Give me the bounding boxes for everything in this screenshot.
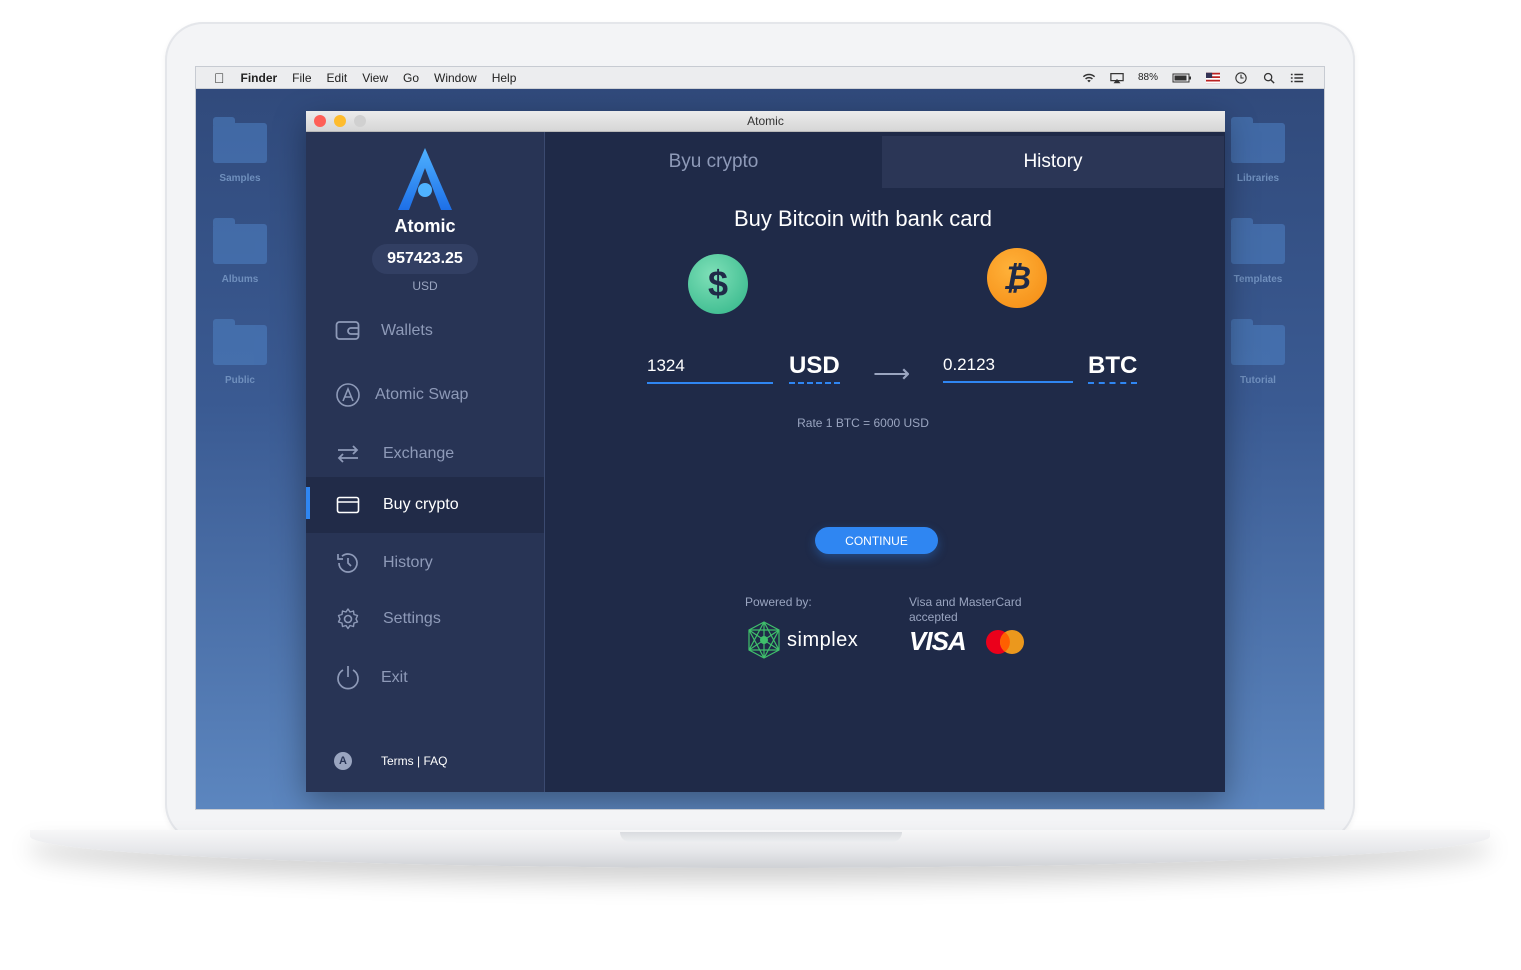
- app-window: Atomic Atomic 957423.25 USD Wallets Atom…: [306, 111, 1225, 792]
- balance-currency: USD: [412, 279, 438, 293]
- bitcoin-coin-icon: ₿: [987, 248, 1047, 308]
- folder-icon: [1231, 218, 1285, 264]
- sidebar-item-label: Exit: [381, 669, 408, 686]
- sidebar-item-wallets[interactable]: Wallets: [306, 303, 544, 359]
- atomic-swap-icon: [335, 382, 361, 408]
- wallet-icon: [335, 318, 361, 344]
- airplay-icon[interactable]: [1110, 72, 1124, 84]
- tab-history[interactable]: History: [882, 136, 1224, 188]
- sidebar-item-exchange[interactable]: Exchange: [306, 426, 544, 482]
- wifi-icon[interactable]: [1082, 72, 1096, 84]
- desktop-folder[interactable]: Libraries: [1230, 117, 1286, 184]
- page-title: Buy Bitcoin with bank card: [733, 206, 993, 231]
- usd-coin-icon: $: [688, 254, 748, 314]
- sidebar-item-label: Atomic Swap: [375, 386, 469, 403]
- folder-icon: [213, 218, 267, 264]
- from-currency-select[interactable]: USD: [789, 352, 840, 384]
- desktop:  Finder File Edit View Go Window Help 8…: [195, 66, 1325, 810]
- sidebar-item-buy-crypto[interactable]: Buy crypto: [306, 477, 544, 533]
- simplex-wordmark: simplex: [787, 628, 859, 651]
- simplex-logo: simplex: [745, 620, 858, 660]
- card-icon: [335, 492, 361, 518]
- simplex-network-icon: [748, 621, 780, 659]
- sidebar-item-label: Wallets: [381, 322, 433, 339]
- menu-window[interactable]: Window: [434, 71, 477, 85]
- cards-accepted-label: Visa and MasterCard accepted: [909, 595, 1022, 624]
- power-icon: [335, 665, 361, 691]
- exchange-icon: [335, 441, 361, 467]
- window-titlebar[interactable]: Atomic: [306, 111, 1225, 132]
- folder-icon: [1231, 117, 1285, 163]
- sidebar-item-atomic-swap[interactable]: Atomic Swap: [306, 367, 544, 423]
- history-icon: [335, 550, 361, 576]
- terms-faq-link[interactable]: A Terms | FAQ: [334, 752, 447, 770]
- arrow-right-icon: ⟶: [873, 358, 911, 388]
- desktop-folder[interactable]: Templates: [1230, 218, 1286, 285]
- sidebar-item-label: History: [383, 554, 433, 571]
- sidebar-item-label: Exchange: [383, 445, 455, 462]
- menu-file[interactable]: File: [292, 71, 311, 85]
- sidebar-item-label: Buy crypto: [383, 496, 459, 513]
- powered-by-label: Powered by:: [745, 595, 812, 609]
- folder-icon: [1231, 319, 1285, 365]
- tab-bar: Byu crypto History: [545, 136, 1225, 188]
- zoom-window-button[interactable]: [354, 115, 366, 127]
- desktop-folder[interactable]: Tutorial: [1230, 319, 1286, 386]
- folder-icon: [213, 117, 267, 163]
- visa-logo: VISA: [909, 626, 967, 656]
- apple-icon[interactable]: : [214, 70, 225, 86]
- usd-amount-input[interactable]: 1324: [647, 356, 773, 384]
- menu-edit[interactable]: Edit: [327, 71, 348, 85]
- sidebar-item-history[interactable]: History: [306, 535, 544, 591]
- to-currency-select[interactable]: BTC: [1088, 352, 1138, 384]
- btc-amount-input[interactable]: 0.2123: [943, 355, 1073, 383]
- atomic-logo-icon: [398, 148, 452, 210]
- balance-value: 957423.25: [372, 244, 478, 274]
- main-panel: Byu crypto History Buy Bitcoin with bank…: [545, 132, 1225, 792]
- gear-icon: [335, 606, 361, 632]
- folder-icon: [213, 319, 267, 365]
- desktop-folder[interactable]: Albums: [212, 218, 268, 285]
- sidebar-item-label: Settings: [383, 610, 441, 627]
- notification-list-icon[interactable]: [1290, 72, 1304, 84]
- battery-percent: 88%: [1137, 72, 1158, 83]
- sidebar-item-settings[interactable]: Settings: [306, 591, 544, 647]
- mastercard-icon: [986, 630, 1024, 654]
- battery-icon[interactable]: [1172, 72, 1192, 84]
- mac-menubar:  Finder File Edit View Go Window Help 8…: [196, 67, 1324, 89]
- terms-faq-label: Terms | FAQ: [381, 754, 448, 768]
- flag-icon[interactable]: [1206, 72, 1220, 84]
- atomic-badge-icon: A: [334, 752, 352, 770]
- sidebar-item-exit[interactable]: Exit: [306, 650, 544, 706]
- window-title: Atomic: [747, 114, 784, 128]
- menu-go[interactable]: Go: [403, 71, 419, 85]
- brand-name: Atomic: [394, 216, 456, 236]
- menu-view[interactable]: View: [362, 71, 388, 85]
- clock-icon[interactable]: [1234, 71, 1248, 84]
- tab-buy-crypto[interactable]: Byu crypto: [545, 136, 882, 188]
- sidebar: Atomic 957423.25 USD Wallets Atomic Swap…: [306, 132, 545, 792]
- desktop-folder[interactable]: Samples: [212, 117, 268, 184]
- minimize-window-button[interactable]: [334, 115, 346, 127]
- search-icon[interactable]: [1262, 72, 1276, 84]
- desktop-folder[interactable]: Public: [212, 319, 268, 386]
- laptop-notch: [620, 832, 902, 842]
- continue-button[interactable]: CONTINUE: [815, 527, 938, 554]
- menu-help[interactable]: Help: [492, 71, 517, 85]
- menu-app-name[interactable]: Finder: [241, 71, 278, 85]
- close-window-button[interactable]: [314, 115, 326, 127]
- exchange-rate: Rate 1 BTC = 6000 USD: [797, 416, 929, 430]
